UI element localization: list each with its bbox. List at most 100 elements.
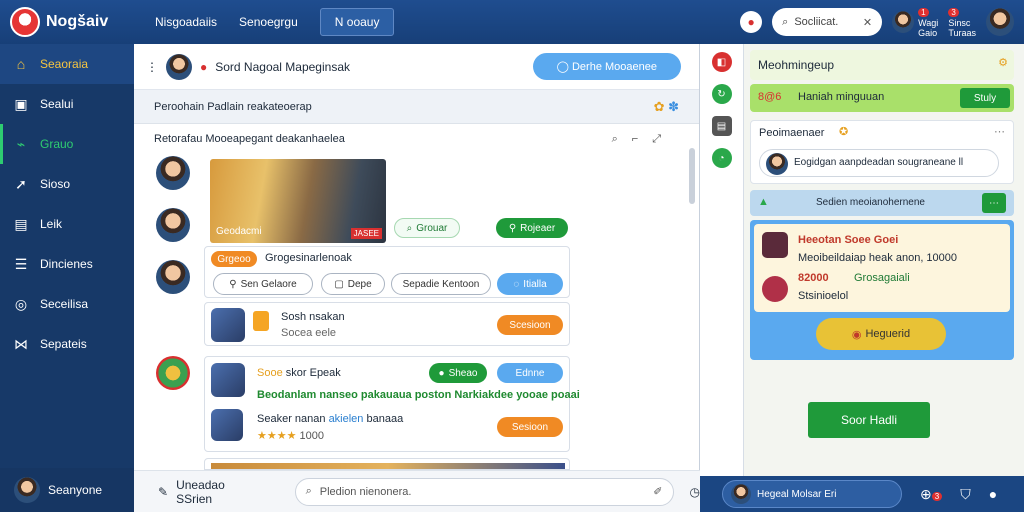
promo-line: Meoibeildaiap heak anon, 10000 bbox=[798, 252, 958, 264]
more-icon[interactable]: ⋯ bbox=[994, 125, 1005, 138]
notification-icon[interactable]: ● bbox=[740, 11, 763, 33]
option-button[interactable]: ▢ Depe bbox=[321, 273, 385, 295]
user-line: Gaio bbox=[918, 27, 938, 38]
reaction-icons[interactable]: ✿ ✽ bbox=[654, 99, 679, 115]
header-action-button[interactable]: ◯ Derhe Mooaenee bbox=[532, 53, 681, 80]
option-button[interactable]: ⚲ Sen Gelaore bbox=[213, 273, 313, 295]
target-icon: ◉ bbox=[851, 328, 862, 341]
avatar-column bbox=[156, 156, 194, 390]
scrollbar[interactable] bbox=[689, 148, 695, 204]
topnav-item[interactable]: Senoegrgu bbox=[239, 15, 298, 29]
rail-icon-green[interactable]: ↻ bbox=[711, 84, 732, 104]
close-icon[interactable]: ✕ bbox=[863, 16, 872, 29]
panel-header: Meohmingeup ⚙ bbox=[750, 50, 1014, 80]
chat-header: ⋮ ● Sord Nagoal Mapeginsak ◯ Derhe Mooae… bbox=[134, 44, 699, 90]
sidebar-item[interactable]: ☰ Dincienes bbox=[0, 244, 134, 284]
app-logo[interactable]: Nogšaiv bbox=[10, 7, 135, 37]
group-button[interactable]: ⌕ Grouar bbox=[394, 218, 460, 238]
avatar[interactable] bbox=[156, 156, 190, 190]
post-photo[interactable]: JASEE Geodacmi bbox=[210, 159, 386, 243]
green-row-button[interactable]: Stuly bbox=[960, 88, 1010, 108]
photo-caption: Geodacmi bbox=[216, 226, 262, 237]
file-icon bbox=[253, 311, 269, 331]
bottom-pill-label: Hegeal Molsar Eri bbox=[757, 488, 837, 500]
card-title: Peoimaenaer bbox=[759, 127, 825, 139]
edit-icon[interactable]: ✎ bbox=[158, 485, 168, 499]
badge-count: 3 bbox=[931, 491, 943, 501]
sidebar-item-home[interactable]: ⌂ Seaoraia bbox=[0, 44, 134, 84]
sidebar-item[interactable]: ➚ Sioso bbox=[0, 164, 134, 204]
sidebar-item-selected[interactable]: ⌁ Grauo bbox=[0, 124, 134, 164]
rail-icon-doc[interactable]: ▤ bbox=[711, 116, 732, 136]
line-link[interactable]: akielen bbox=[329, 413, 364, 425]
post-item: Sosh nsakan Socea eele Scesioon bbox=[204, 302, 570, 346]
sidebar-item[interactable]: ▤ Leik bbox=[0, 204, 134, 244]
bottom-pill[interactable]: Hegeal Molsar Eri bbox=[722, 480, 902, 508]
topbar-user[interactable]: 3 Sinsc Turaas bbox=[948, 7, 976, 38]
option-button[interactable]: Sepadie Kentoon bbox=[391, 273, 491, 295]
search-box[interactable]: ⌕ Socliicat. ✕ bbox=[772, 8, 883, 36]
top-bar: Nogšaiv Nisgoadaiis Senoegrgu N ooauy ● … bbox=[0, 0, 1024, 44]
avatar[interactable] bbox=[156, 208, 190, 242]
join-button[interactable]: ⚲ Rojeaer bbox=[496, 218, 568, 238]
shield-icon[interactable]: ⛉ bbox=[960, 486, 971, 503]
card-user-row[interactable]: Eogidgan aanpdeadan sougraneane ll bbox=[759, 149, 999, 177]
profile-avatar[interactable] bbox=[986, 8, 1014, 36]
green-row: 8@6 Haniah minguuan Stuly bbox=[750, 84, 1014, 112]
chip-text: Grogesinarlenoak bbox=[265, 252, 352, 264]
attach-icon[interactable]: ✐ bbox=[653, 485, 662, 498]
chip[interactable]: Grgeoo bbox=[211, 251, 257, 267]
rail-icon-red[interactable]: ◧ bbox=[711, 52, 732, 72]
sidebar-item-label: Seaoraia bbox=[40, 57, 89, 71]
sidebar-item[interactable]: ▣ Sealui bbox=[0, 84, 134, 124]
status-icon: ● bbox=[200, 59, 208, 74]
topnav-item-active[interactable]: N ooauy bbox=[319, 8, 395, 36]
option-button[interactable]: ◌ Itialla bbox=[497, 273, 563, 295]
panel-title: Meohmingeup bbox=[758, 58, 835, 72]
status-button[interactable]: ● Sheao bbox=[429, 363, 487, 383]
sidebar-user[interactable]: Seanyone bbox=[0, 468, 134, 512]
promo-price: 82000 bbox=[798, 272, 829, 284]
home-icon: ⌂ bbox=[16, 56, 26, 72]
topbar-user[interactable]: 1 Wagi Gaio bbox=[892, 7, 938, 38]
post-title: Sosh nsakan bbox=[281, 311, 345, 323]
user-card: Peoimaenaer ✪ ⋯ Eogidgan aanpdeadan soug… bbox=[750, 120, 1014, 184]
badge-count: 3 bbox=[948, 7, 959, 17]
promo-button[interactable]: ◉ Heguerid bbox=[816, 318, 946, 350]
post-item: Sooe skor Epeak ● Sheao Ednne Beodanlam … bbox=[204, 356, 580, 452]
user-icon[interactable]: ● bbox=[989, 486, 997, 502]
sidebar-item[interactable]: ◎ Seceilisa bbox=[0, 284, 134, 324]
cta-button[interactable]: Soor Hadli bbox=[808, 402, 930, 438]
message-input[interactable]: ⌕ Pledion nienonera. ✐ bbox=[294, 477, 674, 506]
feed-tools-icon[interactable]: ⌕⌐⤢ bbox=[612, 133, 675, 146]
promo-card: Heeotan Soee Goei Meoibeildaiap heak ano… bbox=[750, 220, 1014, 360]
composer-label: Uneadao SSrien bbox=[176, 477, 225, 506]
button-label: Grouar bbox=[416, 222, 448, 234]
box-icon: ▤ bbox=[14, 215, 28, 232]
sidebar: ⌂ Seaoraia ▣ Sealui ⌁ Grauo ➚ Sioso ▤ Leik ☰ D… bbox=[0, 44, 134, 512]
post-thumb bbox=[211, 409, 243, 441]
sidebar-item[interactable]: ⋈ Sepateis bbox=[0, 324, 134, 364]
chat-icon[interactable]: ⊕ 3 bbox=[920, 486, 943, 503]
post-action-button[interactable]: Scesioon bbox=[497, 315, 563, 335]
topnav-item[interactable]: Nisgoadaiis bbox=[155, 15, 217, 29]
compass-icon: ◎ bbox=[14, 295, 28, 312]
sidebar-item-label: Leik bbox=[40, 217, 63, 231]
blue-row-button[interactable]: ⋯ bbox=[982, 193, 1006, 213]
post-action-button[interactable]: Sesioon bbox=[497, 417, 563, 437]
post-action-button[interactable]: Ednne bbox=[497, 363, 563, 383]
search-icon: ⌕ bbox=[305, 485, 312, 497]
more-icon[interactable]: ⋮ bbox=[146, 60, 158, 74]
clock-icon[interactable]: ◷ bbox=[690, 485, 700, 499]
card-user-text: Eogidgan aanpdeadan sougraneane ll bbox=[794, 157, 964, 168]
post-line: Seaker nanan akielen banaaa bbox=[257, 413, 403, 425]
settings-icon[interactable]: ⚙ bbox=[998, 56, 1008, 69]
right-panel: Meohmingeup ⚙ 8@6 Haniah minguuan Stuly … bbox=[744, 44, 1024, 476]
avatar bbox=[14, 477, 40, 503]
rail-icon-green[interactable]: ◔ bbox=[711, 148, 732, 168]
sidebar-item-label: Dincienes bbox=[40, 257, 93, 271]
promo-icon bbox=[762, 232, 788, 258]
avatar[interactable] bbox=[156, 260, 190, 294]
avatar[interactable] bbox=[156, 356, 190, 390]
rating-stars-icon: ★★★★ 1000 bbox=[257, 430, 324, 442]
